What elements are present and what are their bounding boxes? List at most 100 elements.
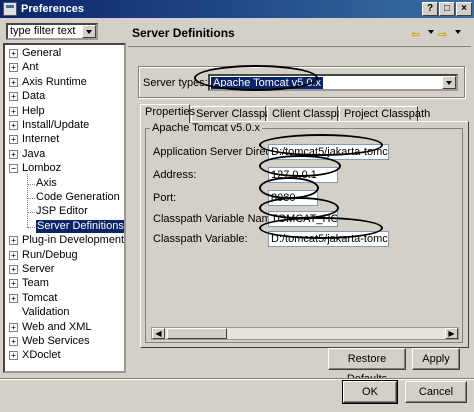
cancel-button[interactable]: Cancel (405, 381, 467, 403)
expand-icon[interactable]: + (9, 149, 18, 159)
expand-icon[interactable]: + (9, 265, 18, 274)
forward-dropdown-icon[interactable] (455, 30, 461, 34)
close-window-button[interactable]: × (456, 2, 472, 16)
expand-icon[interactable]: + (9, 135, 18, 145)
preferences-navigation-panel: type filter text + General + Ant + Axis Runti… (3, 21, 126, 373)
app-server-dir-input[interactable]: D:/tomcat5/jakarta-tomcat-5 (268, 144, 389, 160)
tab-client-classpath[interactable]: Client Classpath (267, 106, 352, 122)
tree-item[interactable]: + Install/Update (5, 119, 124, 132)
tab-properties[interactable]: Properties (140, 104, 195, 123)
tree-item-label: Install/Update (22, 119, 90, 131)
button-bar-separator (0, 378, 474, 380)
scrollbar-thumb[interactable] (167, 328, 227, 339)
server-types-dropdown-icon[interactable] (442, 76, 456, 89)
ok-button[interactable]: OK (342, 380, 398, 404)
tree-item[interactable]: + Team (5, 277, 124, 290)
tree-item[interactable]: + Ant (5, 61, 124, 74)
tree-item[interactable]: + Web and XML (5, 321, 124, 334)
tree-item-label: Data (22, 90, 46, 103)
horizontal-scrollbar[interactable]: ◀ ▶ (151, 327, 459, 340)
apply-button[interactable]: Apply (412, 348, 460, 370)
tree-connector (27, 174, 28, 227)
tree-item[interactable]: Validation (5, 306, 124, 319)
help-window-button[interactable]: ? (422, 2, 438, 16)
preferences-tree[interactable]: + General + Ant + Axis Runtime + Data + Help + Inst… (3, 43, 126, 373)
tree-item[interactable]: + Tomcat (5, 292, 124, 305)
expand-icon[interactable]: + (9, 49, 18, 58)
tree-connector (27, 226, 35, 228)
tree-item[interactable]: + General (5, 47, 124, 60)
tab-project-classpath[interactable]: Project Classpath (339, 106, 430, 122)
tree-item[interactable]: + Plug-in Development (5, 234, 124, 247)
expand-icon[interactable]: + (9, 63, 18, 73)
expand-icon[interactable]: + (9, 121, 18, 130)
filter-combo[interactable]: type filter text (6, 23, 98, 40)
forward-arrow-icon[interactable]: ⇨ (438, 28, 447, 41)
page-title: Server Definitions (132, 26, 235, 40)
expand-icon[interactable]: + (9, 293, 18, 303)
server-types-value: Apache Tomcat v5.0.x (211, 77, 324, 89)
expand-icon[interactable]: + (9, 322, 18, 332)
back-arrow-icon[interactable]: ⇦ (411, 28, 420, 41)
tree-connector (27, 183, 35, 185)
scroll-right-icon[interactable]: ▶ (445, 328, 458, 339)
server-types-select[interactable]: Apache Tomcat v5.0.x (208, 74, 458, 91)
port-label: Port: (153, 192, 177, 204)
back-dropdown-icon[interactable] (428, 30, 434, 34)
filter-input[interactable]: type filter text (8, 25, 82, 38)
tree-item[interactable]: + XDoclet (5, 349, 124, 362)
expand-icon[interactable]: + (9, 92, 18, 102)
expand-icon[interactable]: + (9, 351, 18, 361)
server-properties-group: Apache Tomcat v5.0.x Application Server … (145, 122, 463, 343)
classpath-variable-name-label: Classpath Variable Name: (153, 213, 280, 225)
classpath-variable-input[interactable]: D:/tomcat5/jakarta-tomcat-5 (268, 231, 389, 247)
tree-item-label: Team (22, 277, 49, 290)
preference-page: Server Definitions ⇦ ⇨ Server types: Apa… (128, 21, 471, 385)
tree-item-label: JSP Editor (36, 205, 88, 218)
expand-icon[interactable]: + (9, 106, 18, 116)
tree-item-label: Server Definitions (36, 219, 124, 233)
tree-item-label: Plug-in Development (22, 234, 125, 247)
server-types-label: Server types: (143, 77, 208, 89)
tree-item[interactable]: + Server (5, 263, 124, 276)
tree-item[interactable]: Axis (5, 177, 124, 190)
port-input[interactable]: 8080 (268, 190, 318, 206)
tree-item[interactable]: + Run/Debug (5, 249, 124, 262)
address-input[interactable]: 127.0.0.1 (268, 167, 338, 183)
tree-item[interactable]: Code Generation (5, 191, 124, 204)
tree-item[interactable]: − Lomboz (5, 162, 124, 175)
restore-window-button[interactable]: □ (439, 2, 455, 16)
tree-item-label: Validation (22, 306, 70, 319)
tree-item[interactable]: JSP Editor (5, 205, 124, 218)
tree-connector (27, 198, 35, 199)
expand-icon[interactable]: + (9, 337, 18, 346)
tree-item-label: Tomcat (22, 291, 58, 304)
tree-item[interactable]: Server Definitions (5, 219, 124, 233)
tree-item-label: Run/Debug (22, 248, 78, 261)
tree-item[interactable]: + Internet (5, 133, 124, 146)
tree-connector (27, 212, 35, 214)
tree-item[interactable]: + Java (5, 148, 124, 161)
expand-icon[interactable]: + (9, 279, 18, 289)
expand-icon[interactable]: + (9, 77, 18, 87)
server-types-group: Server types: Apache Tomcat v5.0.x (138, 66, 465, 98)
scroll-left-icon[interactable]: ◀ (152, 328, 165, 339)
tab-server-classpath[interactable]: Server Classpath (191, 106, 280, 122)
expand-icon[interactable]: + (9, 250, 18, 260)
tree-item[interactable]: + Axis Runtime (5, 76, 124, 89)
tree-item-label: XDoclet (22, 349, 61, 362)
preferences-app-icon (3, 2, 17, 16)
restore-defaults-button[interactable]: Restore Defaults (328, 348, 406, 385)
filter-dropdown-icon[interactable] (82, 25, 96, 38)
tree-item[interactable]: + Data (5, 90, 124, 103)
tree-item-label: Axis Runtime (22, 75, 87, 88)
tree-item[interactable]: + Help (5, 105, 124, 118)
classpath-variable-name-input[interactable]: TOMCAT_HOME (268, 211, 338, 227)
page-header: Server Definitions ⇦ ⇨ (128, 21, 471, 47)
tree-item-label: General (22, 47, 62, 59)
expand-icon[interactable]: + (9, 236, 18, 246)
tree-item[interactable]: + Web Services (5, 335, 124, 348)
group-title: Apache Tomcat v5.0.x (150, 122, 263, 134)
collapse-icon[interactable]: − (9, 164, 18, 174)
address-label: Address: (153, 169, 197, 181)
